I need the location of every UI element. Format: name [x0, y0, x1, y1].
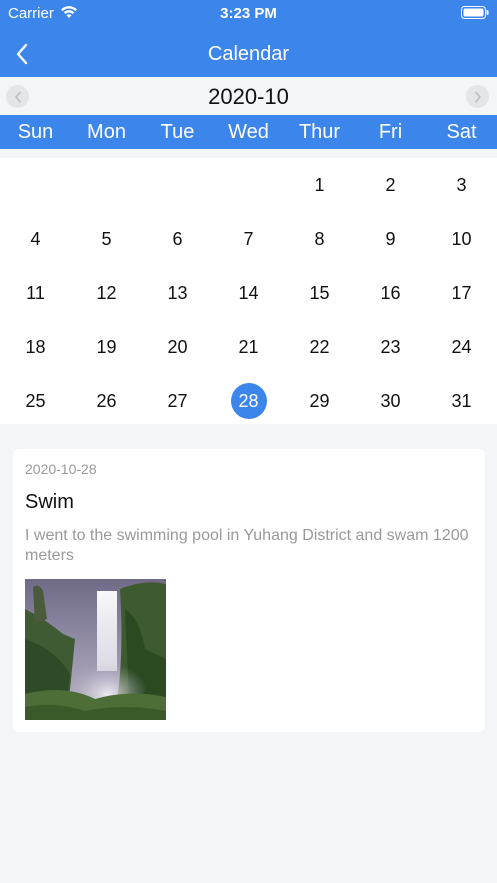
- day-number: 29: [309, 390, 330, 411]
- waterfall-photo[interactable]: [25, 579, 166, 720]
- day-cell[interactable]: 3: [426, 158, 497, 212]
- day-number: 16: [380, 282, 401, 303]
- day-cell[interactable]: 8: [284, 212, 355, 266]
- day-number: 9: [385, 228, 396, 249]
- calendar-grid: 1 2 3 4 5 6 7 8 9 10 11 12 13 14 15 16 1…: [0, 158, 497, 424]
- empty-day-cell: [71, 158, 142, 212]
- weekday-label: Sat: [446, 121, 477, 143]
- day-number: 25: [25, 390, 46, 411]
- day-cell[interactable]: 13: [142, 266, 213, 320]
- waterfall-image: [25, 579, 166, 720]
- day-cell[interactable]: 24: [426, 320, 497, 374]
- empty-day-cell: [0, 158, 71, 212]
- day-number: 2: [385, 174, 396, 195]
- month-label: 2020-10: [208, 84, 289, 109]
- day-number: 18: [25, 336, 46, 357]
- day-number: 23: [380, 336, 401, 357]
- battery-icon: [461, 6, 489, 19]
- day-number: 5: [101, 228, 112, 249]
- entry-description: I went to the swimming pool in Yuhang Di…: [25, 527, 469, 564]
- day-cell[interactable]: 18: [0, 320, 71, 374]
- day-cell[interactable]: 11: [0, 266, 71, 320]
- weekday-label: Fri: [378, 121, 403, 143]
- day-number: 1: [314, 174, 325, 195]
- weekday-label: Tue: [160, 121, 195, 143]
- empty-day-cell: [142, 158, 213, 212]
- day-cell[interactable]: 2: [355, 158, 426, 212]
- weekday-label: Mon: [87, 121, 126, 143]
- weekday-header: Sun Mon Tue Wed Thur Fri Sat: [0, 115, 497, 149]
- day-cell[interactable]: 7: [213, 212, 284, 266]
- day-number: 7: [243, 228, 254, 249]
- day-cell[interactable]: 1: [284, 158, 355, 212]
- day-number: 17: [451, 282, 472, 303]
- day-cell[interactable]: 10: [426, 212, 497, 266]
- day-cell[interactable]: 29: [284, 374, 355, 428]
- day-number: 6: [172, 228, 183, 249]
- day-cell[interactable]: 25: [0, 374, 71, 428]
- month-header: 2020-10: [0, 77, 497, 115]
- next-month-button[interactable]: [466, 85, 489, 108]
- day-number: 12: [96, 282, 117, 303]
- day-number: 26: [96, 390, 117, 411]
- day-cell[interactable]: 12: [71, 266, 142, 320]
- day-cell[interactable]: 14: [213, 266, 284, 320]
- chevron-right-icon: [474, 91, 481, 102]
- weekday-label: Sun: [17, 121, 54, 143]
- day-number: 28: [230, 383, 267, 419]
- day-cell[interactable]: 20: [142, 320, 213, 374]
- day-number: 24: [451, 336, 472, 357]
- weekday-label: Wed: [228, 121, 269, 143]
- day-cell[interactable]: 19: [71, 320, 142, 374]
- day-number: 3: [456, 174, 467, 195]
- day-cell[interactable]: 6: [142, 212, 213, 266]
- day-cell[interactable]: 26: [71, 374, 142, 428]
- day-cell[interactable]: 27: [142, 374, 213, 428]
- day-number: 20: [167, 336, 188, 357]
- day-number: 31: [451, 390, 472, 411]
- day-cell[interactable]: 16: [355, 266, 426, 320]
- day-cell[interactable]: 15: [284, 266, 355, 320]
- day-number: 4: [30, 228, 41, 249]
- day-cell[interactable]: 5: [71, 212, 142, 266]
- day-cell[interactable]: 21: [213, 320, 284, 374]
- screen: Carrier 3:23 PM Calendar 2020-10 Sun Mon…: [0, 0, 497, 883]
- day-cell[interactable]: 23: [355, 320, 426, 374]
- nav-bar: Calendar: [0, 30, 497, 77]
- weekday-label: Thur: [298, 121, 341, 143]
- status-bar: Carrier 3:23 PM: [0, 0, 497, 30]
- entry-card[interactable]: 2020-10-28 Swim I went to the swimming p…: [13, 449, 485, 732]
- day-number: 11: [26, 282, 45, 303]
- day-cell[interactable]: 22: [284, 320, 355, 374]
- day-number: 21: [238, 336, 259, 357]
- day-number: 19: [96, 336, 117, 357]
- status-time: 3:23 PM: [220, 5, 277, 22]
- day-cell[interactable]: 31: [426, 374, 497, 428]
- day-cell[interactable]: 17: [426, 266, 497, 320]
- day-number: 10: [451, 228, 472, 249]
- day-number: 8: [314, 228, 325, 249]
- day-number: 14: [238, 282, 259, 303]
- day-number: 30: [380, 390, 401, 411]
- empty-day-cell: [213, 158, 284, 212]
- day-cell[interactable]: 30: [355, 374, 426, 428]
- day-number: 13: [167, 282, 188, 303]
- entry-date: 2020-10-28: [25, 461, 97, 477]
- day-number: 27: [167, 390, 188, 411]
- day-number: 22: [309, 336, 330, 357]
- day-cell[interactable]: 9: [355, 212, 426, 266]
- entry-title: Swim: [25, 491, 74, 513]
- page-title: Calendar: [207, 43, 290, 65]
- day-cell[interactable]: 4: [0, 212, 71, 266]
- day-number: 15: [309, 282, 330, 303]
- selected-day-cell[interactable]: 28: [213, 374, 284, 428]
